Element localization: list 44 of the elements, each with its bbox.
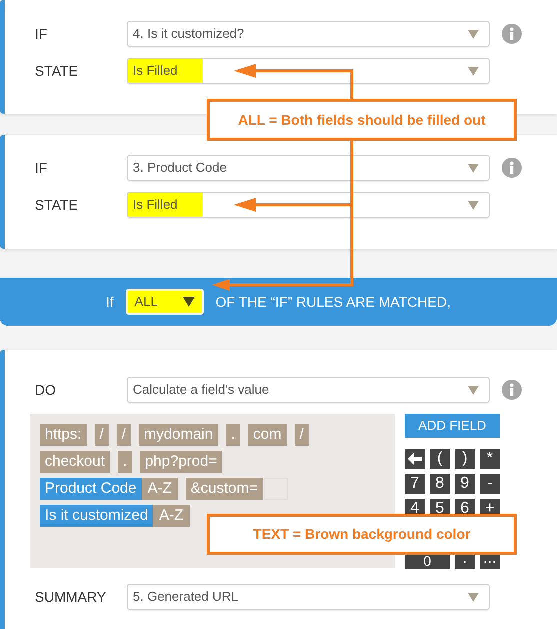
keypad-key[interactable]: ( xyxy=(430,449,450,469)
dropdown-value: Is Filled xyxy=(128,59,203,83)
keypad-key[interactable]: 7 xyxy=(405,474,425,494)
row-label: STATE xyxy=(34,196,80,214)
dropdown[interactable]: 5. Generated URL xyxy=(127,584,490,610)
dropdown[interactable]: Is Filled xyxy=(127,192,490,218)
dropdown-value: Calculate a field's value xyxy=(132,381,270,400)
dropdown[interactable]: Is Filled xyxy=(127,58,490,84)
match-suffix: OF THE “IF” RULES ARE MATCHED, xyxy=(216,292,451,312)
caret-icon xyxy=(468,30,479,38)
caret-icon xyxy=(182,297,195,307)
keypad-key[interactable]: 8 xyxy=(430,474,450,494)
info-icon[interactable] xyxy=(502,24,522,44)
dropdown-value: 4. Is it customized? xyxy=(132,25,246,44)
dropdown[interactable]: 4. Is it customized? xyxy=(127,21,490,47)
dropdown-value: Is Filled xyxy=(128,193,203,217)
annotation-tooltip: TEXT = Brown background color xyxy=(207,514,517,555)
keypad-key[interactable]: ) xyxy=(455,449,475,469)
match-prefix: If xyxy=(106,292,114,312)
arrow-left-icon xyxy=(408,453,422,465)
dropdown[interactable]: 3. Product Code xyxy=(127,155,490,181)
caret-icon xyxy=(468,592,479,602)
annotation-tooltip: ALL = Both fields should be filled out xyxy=(207,99,517,141)
keypad-key[interactable]: * xyxy=(480,449,500,469)
row-label: IF xyxy=(34,158,48,178)
dropdown[interactable]: Calculate a field's value xyxy=(127,377,490,403)
caret-icon xyxy=(468,386,479,394)
caret-icon xyxy=(468,200,479,210)
backspace-key[interactable] xyxy=(405,449,425,469)
keypad-key[interactable]: - xyxy=(480,474,500,494)
row-label: IF xyxy=(34,24,48,44)
info-icon[interactable] xyxy=(502,380,522,400)
caret-icon xyxy=(468,164,479,172)
row-label: SUMMARY xyxy=(34,588,108,606)
row-label: DO xyxy=(34,380,57,400)
dropdown-value: 5. Generated URL xyxy=(132,588,240,606)
row-label: STATE xyxy=(34,62,80,80)
match-dropdown[interactable]: ALL xyxy=(126,289,204,315)
match-value: ALL xyxy=(134,293,158,312)
dropdown-value: 3. Product Code xyxy=(132,159,228,178)
input-field[interactable] xyxy=(264,478,288,500)
info-icon[interactable] xyxy=(502,158,522,178)
caret-icon xyxy=(468,66,479,76)
keypad-key[interactable]: 9 xyxy=(455,474,475,494)
